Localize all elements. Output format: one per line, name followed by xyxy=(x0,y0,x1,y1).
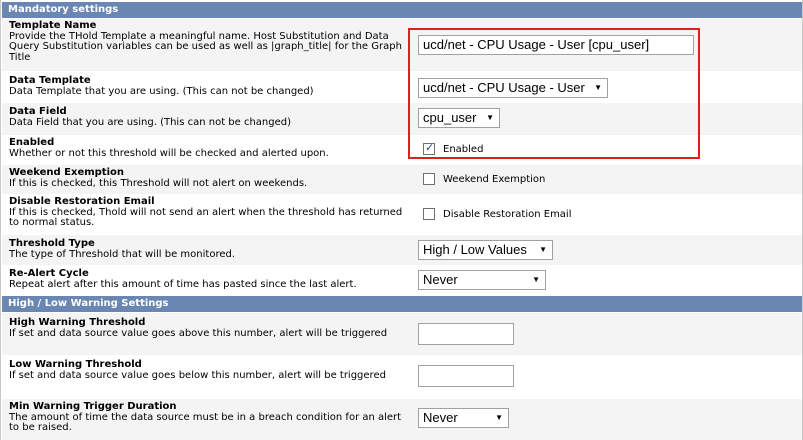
row-disable-restoration-email: Disable Restoration Email If this is che… xyxy=(2,195,802,234)
threshold-type-selected: High / Low Values xyxy=(423,242,527,257)
weekend-exemption-title: Weekend Exemption xyxy=(9,167,124,178)
section-header-high-low-warning: High / Low Warning Settings xyxy=(2,296,802,312)
threshold-type-select[interactable]: High / Low Values ▼ xyxy=(418,240,553,260)
highlight-annotation-box xyxy=(408,28,700,159)
section-header-mandatory: Mandatory settings xyxy=(2,2,802,18)
row-high-warning-threshold: High Warning Threshold If set and data s… xyxy=(2,313,802,355)
chevron-down-icon: ▼ xyxy=(495,413,503,422)
high-warning-help: If set and data source value goes above … xyxy=(9,327,388,339)
enabled-title: Enabled xyxy=(9,137,55,148)
disable-restoration-checkbox[interactable] xyxy=(423,208,435,220)
min-warning-duration-help: The amount of time the data source must … xyxy=(9,411,402,433)
low-warning-title: Low Warning Threshold xyxy=(9,359,142,370)
re-alert-cycle-title: Re-Alert Cycle xyxy=(9,268,89,279)
min-warning-duration-selected: Never xyxy=(423,410,458,425)
min-warning-duration-title: Min Warning Trigger Duration xyxy=(9,401,177,412)
min-warning-duration-description: Min Warning Trigger Duration The amount … xyxy=(9,401,414,434)
threshold-type-title: Threshold Type xyxy=(9,238,95,249)
chevron-down-icon: ▼ xyxy=(539,245,547,254)
low-warning-description: Low Warning Threshold If set and data so… xyxy=(9,359,414,381)
chevron-down-icon: ▼ xyxy=(532,275,540,284)
data-field-title: Data Field xyxy=(9,106,67,117)
row-min-warning-trigger-duration: Min Warning Trigger Duration The amount … xyxy=(2,399,802,440)
data-template-help: Data Template that you are using. (This … xyxy=(9,85,314,97)
threshold-type-help: The type of Threshold that will be monit… xyxy=(9,248,236,260)
high-warning-description: High Warning Threshold If set and data s… xyxy=(9,317,414,339)
template-name-description: Template Name Provide the THold Template… xyxy=(9,20,414,63)
weekend-exemption-description: Weekend Exemption If this is checked, th… xyxy=(9,167,414,189)
template-name-help: Provide the THold Template a meaningful … xyxy=(9,30,402,63)
data-template-title: Data Template xyxy=(9,75,91,86)
data-field-description: Data Field Data Field that you are using… xyxy=(9,106,414,128)
enabled-description: Enabled Whether or not this threshold wi… xyxy=(9,137,414,159)
low-warning-help: If set and data source value goes below … xyxy=(9,369,386,381)
row-weekend-exemption: Weekend Exemption If this is checked, th… xyxy=(2,165,802,194)
template-name-title: Template Name xyxy=(9,20,97,31)
high-warning-title: High Warning Threshold xyxy=(9,317,146,328)
re-alert-cycle-select[interactable]: Never ▼ xyxy=(418,270,546,290)
threshold-type-description: Threshold Type The type of Threshold tha… xyxy=(9,238,414,260)
row-re-alert-cycle: Re-Alert Cycle Repeat alert after this a… xyxy=(2,266,802,295)
re-alert-cycle-help: Repeat alert after this amount of time h… xyxy=(9,278,357,290)
row-low-warning-threshold: Low Warning Threshold If set and data so… xyxy=(2,356,802,398)
disable-restoration-label: Disable Restoration Email xyxy=(443,209,572,220)
data-template-description: Data Template Data Template that you are… xyxy=(9,75,414,97)
low-warning-input[interactable] xyxy=(418,365,514,387)
disable-restoration-title: Disable Restoration Email xyxy=(9,196,155,207)
weekend-exemption-help: If this is checked, this Threshold will … xyxy=(9,177,308,189)
weekend-exemption-checkbox[interactable] xyxy=(423,173,435,185)
weekend-exemption-label: Weekend Exemption xyxy=(443,174,546,185)
disable-restoration-description: Disable Restoration Email If this is che… xyxy=(9,196,414,229)
data-field-help: Data Field that you are using. (This can… xyxy=(9,116,292,128)
row-threshold-type: Threshold Type The type of Threshold tha… xyxy=(2,235,802,265)
high-warning-input[interactable] xyxy=(418,323,514,345)
re-alert-cycle-description: Re-Alert Cycle Repeat alert after this a… xyxy=(9,268,414,290)
min-warning-duration-select[interactable]: Never ▼ xyxy=(418,408,509,428)
settings-form: Mandatory settings Template Name Provide… xyxy=(0,0,803,440)
re-alert-cycle-selected: Never xyxy=(423,272,458,287)
disable-restoration-help: If this is checked, Thold will not send … xyxy=(9,206,403,228)
enabled-help: Whether or not this threshold will be ch… xyxy=(9,147,329,159)
